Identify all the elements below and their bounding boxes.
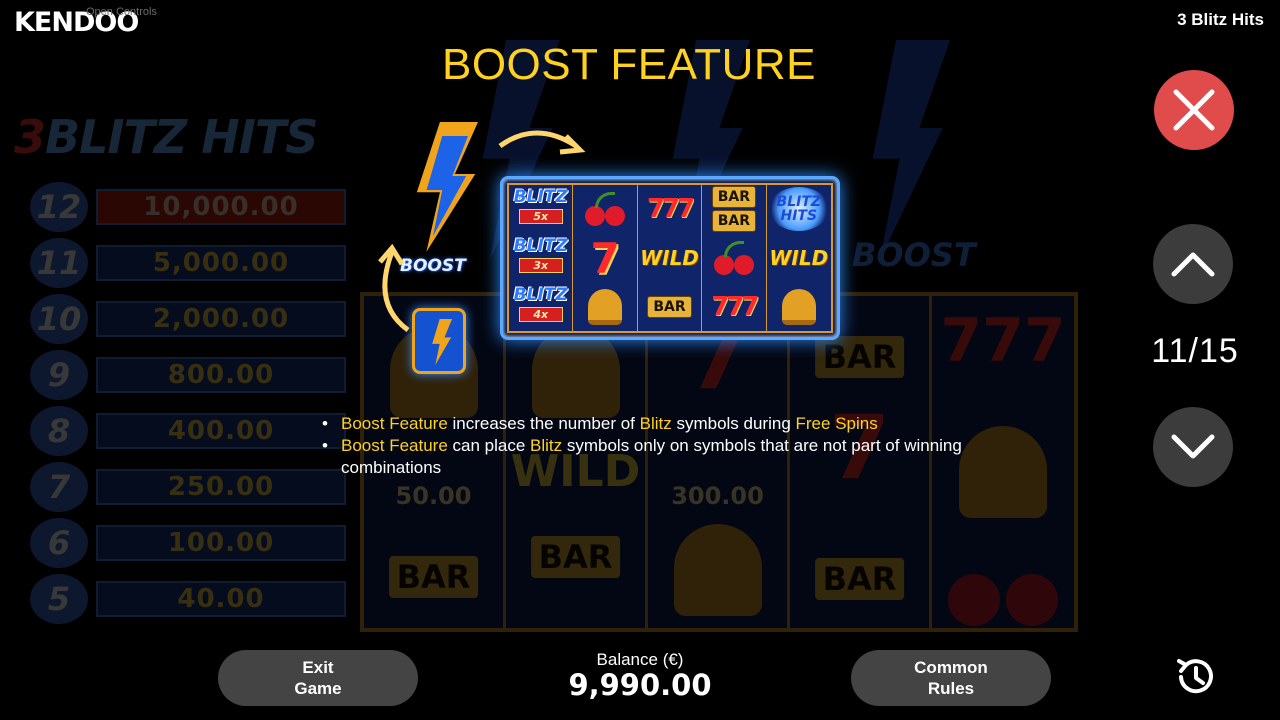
rule-item: Boost Feature increases the number of Bl… (322, 413, 962, 435)
rule-item: Boost Feature can place Blitz symbols on… (322, 435, 962, 479)
background-win-amount: 300.00 (671, 482, 764, 510)
grid-cell (573, 282, 638, 331)
history-button[interactable] (1170, 654, 1220, 700)
bar-symbol: BAR (647, 295, 692, 318)
bar-symbol: BAR (530, 536, 621, 578)
grid-cell: BAR BAR (702, 185, 767, 234)
multiplier-badge: 3x (518, 258, 563, 273)
exit-game-button[interactable]: Exit Game (218, 650, 418, 706)
close-button[interactable] (1154, 70, 1234, 150)
grid-cell: 7 (573, 233, 638, 283)
history-icon (1177, 659, 1213, 694)
multiplier-badge: 5x (518, 209, 563, 225)
paytable-row: 9 800.00 (20, 348, 350, 402)
page-counter: 11/15 (1151, 332, 1239, 370)
grid-cell: BLITZ 4x (509, 282, 574, 331)
blitz-symbol: BLITZ 3x (513, 236, 568, 273)
background-boost-label: BOOST (852, 236, 976, 274)
common-rules-label: Common Rules (914, 658, 988, 698)
cherry-icon (583, 192, 627, 227)
triple-seven-symbol: 777 (646, 194, 695, 225)
bar-symbol: BAR (814, 558, 905, 600)
game-title: 3 Blitz Hits (1177, 10, 1264, 29)
grid-cell: 777 (702, 282, 767, 331)
previous-page-button[interactable] (1153, 224, 1233, 304)
exit-game-label: Exit Game (294, 658, 342, 698)
grid-cell: WILD (767, 234, 831, 283)
balance-label: Balance (€) (596, 650, 684, 669)
common-rules-button[interactable]: Common Rules (851, 650, 1051, 706)
paytable-row: 8 400.00 (20, 404, 350, 458)
boost-feature-illustration: BOOST BLITZ 5x 777 BAR BAR BLITZ HITS BL… (370, 118, 850, 380)
multiplier-badge: 4x (518, 306, 563, 322)
feature-rules-list: Boost Feature increases the number of Bl… (322, 413, 962, 479)
cherry-icon (712, 241, 756, 275)
paytable-row: 11 5,000.00 (20, 236, 350, 290)
grid-cell (573, 185, 638, 234)
example-reel-grid: BLITZ 5x 777 BAR BAR BLITZ HITS BLITZ 3x… (500, 176, 840, 340)
background-paytable: 12 10,000.00 11 5,000.00 10 2,000.00 9 800.0… (20, 180, 350, 628)
paytable-row: 12 10,000.00 (20, 180, 350, 234)
grid-cell: BLITZ HITS (767, 185, 831, 234)
paytable-row: 6 100.00 (20, 516, 350, 570)
background-win-amount: 50.00 (395, 482, 472, 510)
close-icon (1173, 89, 1215, 131)
open-controls-label[interactable]: Open Controls (86, 6, 157, 18)
help-page-title: BOOST FEATURE (441, 40, 817, 89)
blitz-hits-symbol: BLITZ HITS (768, 187, 829, 232)
grid-cell: 777 (638, 185, 703, 234)
curved-arrow-right-icon (498, 130, 586, 155)
blitz-symbol: BLITZ 5x (513, 187, 568, 225)
paytable-row: 5 40.00 (20, 572, 350, 626)
paytable-row: 7 250.00 (20, 460, 350, 514)
grid-cell: BAR (638, 282, 703, 331)
wild-symbol: WILD (769, 246, 829, 270)
bell-icon (673, 524, 762, 616)
blitz-symbol: BLITZ 4x (513, 284, 568, 322)
curved-arrow-up-icon (378, 244, 410, 333)
double-bar-symbol: BAR BAR (711, 186, 757, 233)
balance-value: 9,990.00 (568, 668, 712, 702)
wild-symbol: WILD (640, 246, 699, 270)
seven-symbol: 777 (940, 306, 1066, 376)
blitz-tile-icon (412, 308, 466, 374)
chevron-up-icon (1171, 252, 1215, 277)
chevron-down-icon (1171, 434, 1215, 459)
seven-symbol: 7 (590, 233, 620, 283)
bar-symbol: BAR (388, 556, 479, 598)
grid-cell (702, 233, 767, 283)
paytable-row: 10 2,000.00 (20, 292, 350, 346)
triple-seven-symbol: 777 (711, 291, 759, 322)
grid-cell: BLITZ 3x (509, 233, 574, 283)
grid-cell: WILD (638, 233, 703, 283)
bell-icon (781, 288, 816, 325)
bell-icon (588, 288, 623, 325)
background-game-logo: 3BLITZ HITS (14, 110, 318, 164)
grid-cell (767, 283, 831, 332)
bell-icon (959, 426, 1047, 518)
cherry-icon (948, 558, 1058, 628)
next-page-button[interactable] (1153, 407, 1233, 487)
grid-cell: BLITZ 5x (509, 185, 574, 234)
